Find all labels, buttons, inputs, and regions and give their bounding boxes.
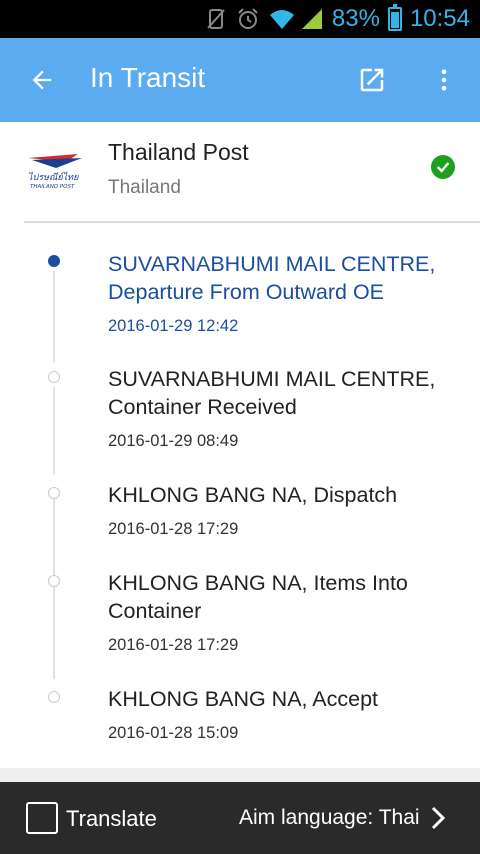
timeline-dot [48, 575, 60, 587]
clock: 10:54 [409, 5, 470, 32]
open-external-button[interactable] [352, 60, 392, 100]
event-datetime: 2016-01-29 12:42 [108, 317, 239, 335]
more-options-button[interactable] [424, 60, 464, 100]
more-vert-icon [441, 69, 447, 91]
event-location: KHLONG BANG NA, Dispatch [108, 483, 398, 507]
event-datetime: 2016-01-28 17:29 [108, 636, 239, 654]
status-bar: 83% 10:54 [0, 0, 480, 38]
timeline-dot [48, 691, 60, 703]
open-external-icon [360, 68, 384, 92]
timeline-dot-active [48, 255, 60, 267]
chevron-right-icon[interactable] [426, 804, 450, 832]
bottom-spacer [0, 768, 480, 782]
back-button[interactable] [22, 60, 62, 100]
signal-icon [300, 7, 324, 31]
check-circle-icon [431, 155, 455, 179]
timeline-event[interactable]: SUVARNABHUMI MAIL CENTRE, Container Rece… [0, 339, 480, 455]
no-sim-icon [204, 7, 228, 31]
timeline-dot [48, 487, 60, 499]
alarm-icon [236, 7, 260, 31]
event-datetime: 2016-01-29 08:49 [108, 432, 239, 450]
timeline-event[interactable]: KHLONG BANG NA, Dispatch 2016-01-28 17:2… [0, 455, 480, 543]
translate-label[interactable]: Translate [66, 806, 157, 832]
timeline-event[interactable]: KHLONG BANG NA, Items Into Container 201… [0, 543, 480, 659]
event-location: SUVARNABHUMI MAIL CENTRE, Departure From… [108, 252, 436, 304]
event-location: KHLONG BANG NA, Items Into Container [108, 571, 408, 623]
wifi-icon [268, 7, 294, 31]
carrier-country: Thailand [108, 177, 181, 198]
aim-language-selector[interactable]: Aim language: Thai [239, 806, 420, 830]
battery-icon [387, 4, 402, 31]
battery-percent: 83% [331, 5, 380, 32]
event-location: KHLONG BANG NA, Accept [108, 687, 379, 711]
carrier-name: Thailand Post [108, 139, 249, 165]
event-datetime: 2016-01-28 17:29 [108, 520, 239, 538]
carrier-header: ไปรษณีย์ไทย THAILAND POST Thailand Post … [0, 122, 480, 222]
timeline-event[interactable]: KHLONG BANG NA, Accept 2016-01-28 15:09 [0, 659, 480, 747]
back-arrow-icon [32, 70, 52, 90]
translate-bar: Translate Aim language: Thai [0, 782, 480, 854]
translate-checkbox[interactable] [26, 802, 58, 834]
timeline-event[interactable]: SUVARNABHUMI MAIL CENTRE, Departure From… [0, 223, 480, 339]
svg-text:ไปรษณีย์ไทย: ไปรษณีย์ไทย [28, 171, 79, 183]
app-bar: In Transit [0, 38, 480, 122]
svg-text:THAILAND POST: THAILAND POST [30, 184, 75, 190]
thailand-post-logo: ไปรษณีย์ไทย THAILAND POST [26, 148, 84, 192]
event-location: SUVARNABHUMI MAIL CENTRE, Container Rece… [108, 367, 436, 419]
timeline-dot [48, 371, 60, 383]
event-datetime: 2016-01-28 15:09 [108, 724, 239, 742]
page-title: In Transit [90, 62, 206, 93]
